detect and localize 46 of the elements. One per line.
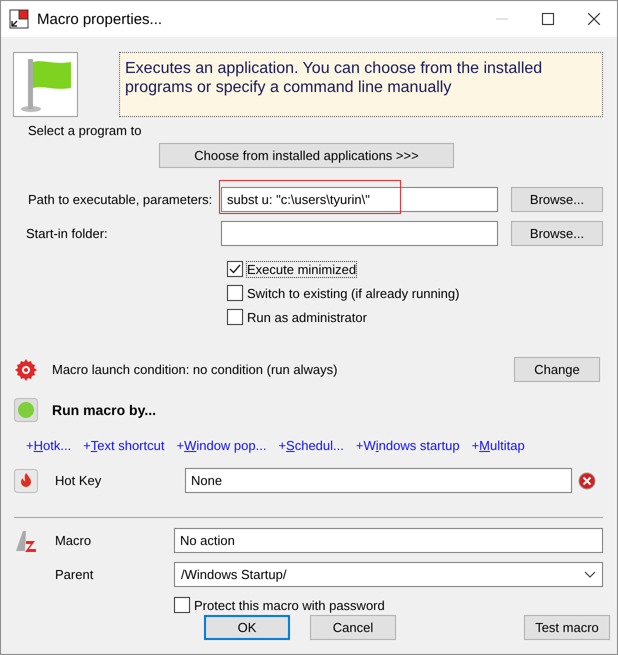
a-z-icon	[14, 528, 38, 552]
parent-dropdown[interactable]: /Windows Startup/	[174, 562, 603, 587]
status-light-icon	[14, 398, 38, 422]
checkbox-label: Protect this macro with password	[194, 598, 385, 612]
field-label: Path to executable, parameters:	[27, 192, 214, 207]
check-icon	[229, 263, 241, 275]
browse-button[interactable]: Browse...	[511, 221, 603, 246]
macro-name-field[interactable]: No action	[174, 528, 603, 553]
window-title: Macro properties...	[37, 10, 164, 28]
dialog-button[interactable]: Cancel	[310, 615, 396, 640]
gear-icon	[14, 358, 38, 382]
close-icon[interactable]	[588, 13, 600, 25]
browse-button[interactable]: Browse...	[511, 187, 603, 212]
checkbox[interactable]	[227, 309, 243, 325]
app-icon	[9, 9, 29, 29]
trigger-link[interactable]: +Window pop...	[176, 438, 266, 453]
choose-applications-button[interactable]: Choose from installed applications >>>	[159, 143, 454, 168]
maximize-icon[interactable]	[542, 13, 554, 25]
change-button[interactable]: Change	[514, 357, 600, 382]
checkbox[interactable]	[227, 261, 243, 277]
hotkey-field[interactable]: None	[185, 468, 572, 493]
trigger-link[interactable]: +Text shortcut	[83, 438, 164, 453]
checkbox[interactable]	[227, 285, 243, 301]
hotkey-label: Hot Key	[54, 473, 102, 488]
text-field[interactable]: subst u: "c:\users\tyurin\"	[221, 187, 498, 212]
chevron-down-icon	[584, 570, 596, 578]
dialog-button[interactable]: OK	[204, 615, 290, 640]
trigger-link[interactable]: +Hotk...	[26, 438, 72, 453]
clear-icon[interactable]	[578, 472, 596, 490]
text-field[interactable]	[221, 221, 498, 246]
checkbox-label: Switch to existing (if already running)	[247, 286, 460, 300]
checkbox-label: Run as administrator	[247, 310, 367, 324]
parent-label: Parent	[54, 567, 94, 582]
trigger-link[interactable]: +Windows startup	[356, 438, 460, 453]
launch-condition-text: Macro launch condition: no condition (run always)	[52, 362, 338, 377]
description-text: Executes an application. You can choose from the installed programs or specify a command line manually	[119, 52, 603, 117]
macro-label: Macro	[54, 533, 92, 548]
checkbox-label: Execute minimized	[247, 262, 356, 276]
test-macro-button[interactable]: Test macro	[524, 615, 610, 640]
checkbox[interactable]	[174, 597, 190, 613]
trigger-link[interactable]: +Multitap	[472, 438, 525, 453]
trigger-link[interactable]: +Schedul...	[278, 438, 344, 453]
field-label: Start-in folder:	[25, 226, 109, 241]
select-program-label: Select a program to	[28, 123, 142, 138]
run-macro-by-heading: Run macro by...	[52, 402, 156, 418]
hotkey-icon	[14, 468, 38, 492]
